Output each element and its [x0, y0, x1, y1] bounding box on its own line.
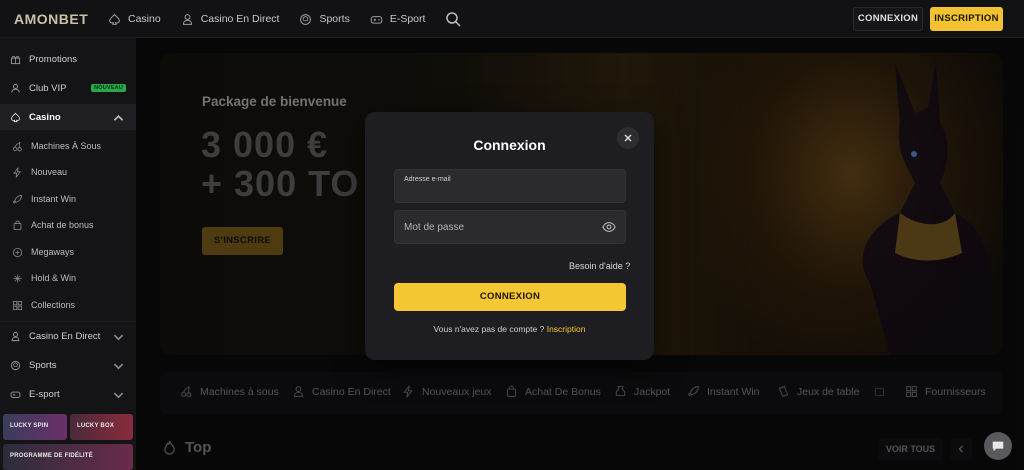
search-icon[interactable] — [445, 11, 461, 27]
topnav-casino[interactable]: Casino — [108, 13, 161, 26]
topnav-label: Casino En Direct — [200, 13, 280, 25]
email-field[interactable]: Adresse e-mail — [394, 169, 626, 203]
chevron-down-icon — [113, 334, 124, 341]
sidebar-item-label: Collections — [31, 300, 76, 310]
topnav-label: E-Sport — [389, 13, 426, 25]
top-nav: Casino Casino En Direct Sports E-Sport — [108, 0, 461, 38]
sidebar-item-instant-win[interactable]: Instant Win — [0, 186, 136, 212]
login-submit-button[interactable]: CONNEXION — [394, 283, 626, 311]
topnav-casino-live[interactable]: Casino En Direct — [181, 13, 280, 26]
cherry-icon — [12, 141, 22, 151]
sidebar-item-label: Club VIP — [29, 82, 67, 94]
sidebar-item-label: Casino — [29, 111, 61, 123]
login-modal: Connexion Adresse e-mail Besoin d'aide ?… — [365, 112, 654, 360]
password-field[interactable] — [394, 210, 626, 244]
chat-button[interactable] — [984, 432, 1012, 460]
sidebar-item-megaways[interactable]: Megaways — [0, 239, 136, 265]
promo-lucky-spin[interactable]: LUCKY SPIN — [3, 414, 67, 440]
top-bar: AMONBET Casino Casino En Direct Sports E… — [0, 0, 1024, 38]
promo-label: PROGRAMME DE FIDÉLITÉ — [10, 453, 93, 459]
sidebar-item-label: Sports — [29, 359, 57, 371]
topnav-label: Casino — [128, 13, 161, 25]
spade-icon — [10, 112, 21, 122]
dealer-icon — [182, 13, 192, 25]
bolt-icon — [13, 166, 22, 178]
sidebar-item-label: Achat de bonus — [31, 220, 94, 230]
sidebar-item-casino-en-direct[interactable]: Casino En Direct — [0, 323, 136, 349]
sidebar-item-label: Casino En Direct — [29, 330, 101, 342]
chevron-down-icon — [113, 392, 124, 399]
sidebar-item-nouveau[interactable]: Nouveau — [0, 159, 136, 185]
sidebar-item-club-vip[interactable]: Club VIP NOUVEAU — [0, 75, 136, 101]
promo-label: LUCKY SPIN — [10, 423, 49, 429]
sidebar-item-machines-a-sous[interactable]: Machines À Sous — [0, 133, 136, 159]
gamepad-icon — [10, 391, 21, 398]
eye-icon[interactable] — [602, 221, 616, 233]
topnav-label: Sports — [319, 13, 350, 25]
sidebar-item-promotions[interactable]: Promotions — [0, 46, 136, 72]
promo-label: LUCKY BOX — [77, 423, 115, 429]
sidebar-item-collections[interactable]: Collections — [0, 292, 136, 318]
gift-icon — [10, 55, 21, 64]
chevron-up-icon — [113, 114, 124, 121]
promo-programme-fidelite[interactable]: PROGRAMME DE FIDÉLITÉ — [3, 444, 133, 470]
divider — [0, 321, 136, 322]
promo-lucky-box[interactable]: LUCKY BOX — [70, 414, 133, 440]
sidebar-item-achat-de-bonus[interactable]: Achat de bonus — [0, 212, 136, 238]
email-label: Adresse e-mail — [404, 176, 451, 183]
grid-icon — [12, 300, 23, 310]
sidebar-item-hold-win[interactable]: Hold & Win — [0, 265, 136, 291]
logo[interactable]: AMONBET — [14, 11, 88, 27]
signup-prompt: Vous n'avez pas de compte ? Inscription — [365, 324, 654, 334]
sidebar-item-e-sport[interactable]: E-sport — [0, 381, 136, 407]
chevron-down-icon — [113, 363, 124, 370]
register-button[interactable]: INSCRIPTION — [930, 7, 1003, 31]
sidebar-item-label: Hold & Win — [31, 273, 77, 283]
sidebar-item-label: Promotions — [29, 53, 78, 65]
bag-icon — [13, 220, 22, 230]
help-link[interactable]: Besoin d'aide ? — [569, 261, 630, 271]
ball-icon — [10, 360, 21, 370]
topnav-esport[interactable]: E-Sport — [370, 13, 426, 26]
ways-icon — [12, 247, 23, 257]
sidebar-item-label: Machines À Sous — [31, 141, 102, 151]
email-input[interactable] — [403, 184, 617, 200]
ball-icon — [300, 13, 312, 25]
user-icon — [11, 83, 20, 93]
sidebar-item-label: E-sport — [29, 388, 60, 400]
coins-icon — [13, 273, 22, 283]
sidebar: Promotions Club VIP NOUVEAU Casino Machi… — [0, 38, 136, 470]
rocket-icon — [12, 194, 23, 203]
sidebar-item-label: Nouveau — [31, 167, 68, 177]
chat-icon — [992, 441, 1004, 452]
signup-link[interactable]: Inscription — [547, 324, 586, 334]
dealer-icon — [11, 331, 20, 341]
no-account-text: Vous n'avez pas de compte ? — [433, 324, 545, 334]
sidebar-item-label: Instant Win — [31, 194, 77, 204]
close-button[interactable] — [617, 127, 639, 149]
modal-title: Connexion — [473, 137, 546, 153]
topnav-sports[interactable]: Sports — [299, 13, 350, 26]
new-badge: NOUVEAU — [91, 84, 126, 92]
login-button[interactable]: CONNEXION — [853, 7, 923, 31]
gamepad-icon — [370, 15, 383, 24]
close-icon — [624, 134, 632, 142]
spade-icon — [109, 13, 120, 25]
sidebar-item-label: Megaways — [31, 247, 75, 257]
sidebar-item-sports[interactable]: Sports — [0, 352, 136, 378]
sidebar-item-casino[interactable]: Casino — [0, 104, 136, 130]
password-input[interactable] — [404, 211, 594, 243]
